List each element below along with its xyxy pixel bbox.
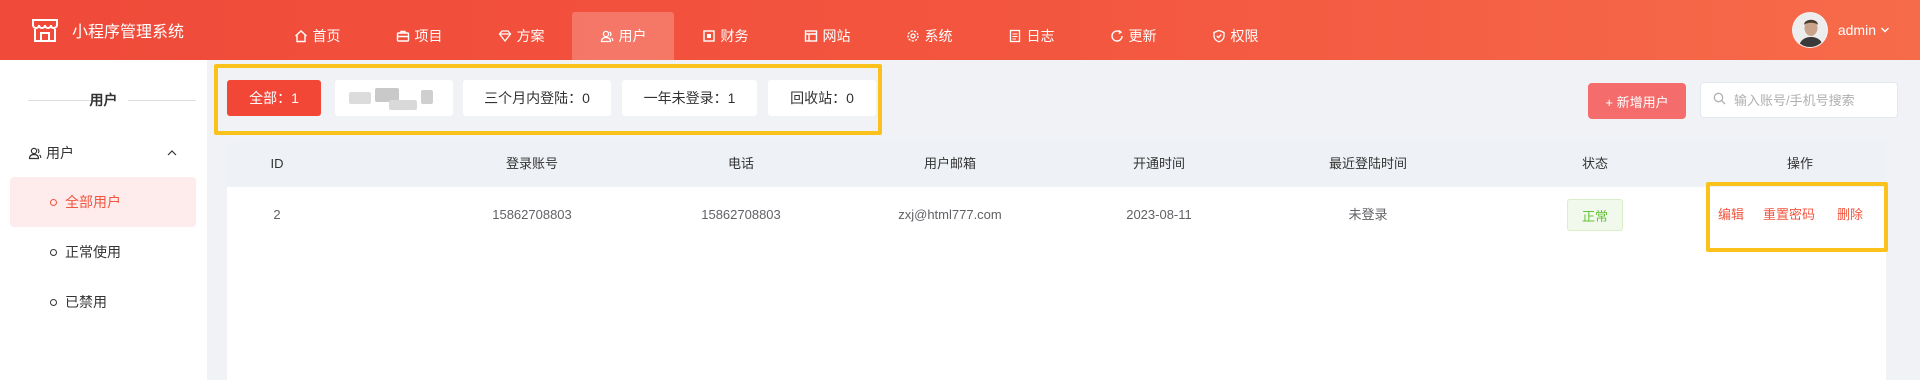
- nav-item-logs[interactable]: 日志: [980, 12, 1082, 60]
- user-menu[interactable]: admin: [1791, 0, 1890, 60]
- cell-last-login: 未登录: [1348, 207, 1388, 222]
- main-nav: 首页 项目 方案 用户 财务 网站 系统 日志 更新 权限: [266, 12, 1286, 60]
- finance-icon: [702, 29, 716, 43]
- briefcase-icon: [396, 29, 410, 43]
- redacted-block: [421, 90, 433, 104]
- nav-item-finance[interactable]: 财务: [674, 12, 776, 60]
- nav-item-projects[interactable]: 项目: [368, 12, 470, 60]
- sidebar-group-label: 用户: [46, 145, 74, 161]
- sidebar-heading: 用户: [0, 90, 207, 110]
- add-user-button[interactable]: + 新增用户: [1588, 83, 1686, 119]
- column-header-opened: 开通时间: [1132, 156, 1185, 171]
- column-header-id: ID: [270, 156, 284, 171]
- column-header-status: 状态: [1581, 156, 1608, 171]
- nav-item-system[interactable]: 系统: [878, 12, 980, 60]
- bullet-icon: [50, 248, 57, 256]
- sidebar-item-label: 正常使用: [65, 244, 121, 260]
- nav-label: 系统: [924, 28, 953, 44]
- gear-icon: [906, 29, 920, 43]
- nav-label: 方案: [516, 28, 545, 44]
- redacted-block: [349, 92, 371, 104]
- column-header-actions: 操作: [1786, 156, 1813, 171]
- home-icon: [294, 29, 308, 43]
- nav-label: 日志: [1026, 28, 1055, 44]
- nav-label: 更新: [1128, 28, 1157, 44]
- sidebar-item-label: 全部用户: [65, 194, 121, 210]
- nav-label: 用户: [618, 28, 647, 44]
- column-header-account: 登录账号: [505, 156, 558, 171]
- filter-tab-recycle-bin[interactable]: 回收站：0: [768, 80, 876, 116]
- chevron-up-icon: [166, 146, 178, 162]
- nav-item-home[interactable]: 首页: [266, 12, 368, 60]
- nav-label: 网站: [822, 28, 851, 44]
- nav-label: 财务: [720, 28, 749, 44]
- refresh-icon: [1110, 29, 1124, 43]
- search-input[interactable]: [1734, 92, 1894, 108]
- cell-opened: 2023-08-11: [1126, 207, 1192, 222]
- edit-link[interactable]: 编辑: [1718, 187, 1744, 243]
- reset-password-link[interactable]: 重置密码: [1763, 187, 1815, 243]
- search-box[interactable]: [1700, 82, 1898, 118]
- brand[interactable]: 小程序管理系统: [30, 0, 184, 60]
- log-icon: [1008, 29, 1022, 43]
- filter-tab-redacted[interactable]: [335, 80, 453, 116]
- bullet-icon: [50, 198, 57, 206]
- status-badge: 正常: [1567, 199, 1623, 231]
- sidebar-item-label: 已禁用: [65, 294, 107, 310]
- shield-check-icon: [1212, 29, 1226, 43]
- delete-link[interactable]: 删除: [1837, 187, 1863, 243]
- cell-phone: 15862708803: [701, 207, 781, 222]
- nav-label: 首页: [312, 28, 341, 44]
- filter-tab-one-year[interactable]: 一年未登录：1: [622, 80, 757, 116]
- store-logo-icon: [30, 15, 60, 45]
- users-icon: [28, 146, 42, 160]
- filter-tab-three-months[interactable]: 三个月内登陆：0: [463, 80, 611, 116]
- cell-id: 2: [273, 207, 281, 222]
- users-icon: [600, 29, 614, 43]
- nav-item-plans[interactable]: 方案: [470, 12, 572, 60]
- app-title: 小程序管理系统: [72, 24, 185, 41]
- cell-email: zxj@html777.com: [898, 207, 1002, 222]
- nav-item-updates[interactable]: 更新: [1082, 12, 1184, 60]
- sidebar-item-all-users[interactable]: 全部用户: [10, 177, 196, 227]
- users-table: ID 登录账号 电话 用户邮箱 开通时间 最近登陆时间 状态 操作 2 1586…: [227, 141, 1886, 380]
- nav-item-permissions[interactable]: 权限: [1184, 12, 1286, 60]
- admin-name: admin: [1837, 22, 1876, 38]
- website-icon: [804, 29, 818, 43]
- avatar[interactable]: [1791, 12, 1828, 48]
- sidebar-group-users[interactable]: 用户: [28, 143, 188, 163]
- nav-label: 项目: [414, 28, 443, 44]
- column-header-email: 用户邮箱: [923, 156, 976, 171]
- bullet-icon: [50, 298, 57, 306]
- table-header: ID 登录账号 电话 用户邮箱 开通时间 最近登陆时间 状态 操作: [227, 141, 1886, 187]
- chevron-down-icon: [1880, 22, 1890, 38]
- sidebar-item-active-users[interactable]: 正常使用: [10, 227, 196, 277]
- redacted-block: [389, 100, 417, 110]
- cell-account: 15862708803: [492, 207, 572, 222]
- column-header-phone: 电话: [727, 156, 754, 171]
- filter-tab-all[interactable]: 全部：1: [227, 80, 321, 116]
- nav-label: 权限: [1230, 28, 1259, 44]
- nav-item-website[interactable]: 网站: [776, 12, 878, 60]
- nav-item-users[interactable]: 用户: [572, 12, 674, 60]
- divider: [128, 100, 196, 101]
- top-navbar: 小程序管理系统 首页 项目 方案 用户 财务 网站 系统 日志 更新 权限 ad…: [0, 0, 1920, 60]
- search-icon: [1713, 92, 1726, 108]
- sidebar-item-disabled-users[interactable]: 已禁用: [10, 277, 196, 327]
- diamond-icon: [498, 29, 512, 43]
- column-header-last-login: 最近登陆时间: [1328, 156, 1407, 171]
- sidebar: 用户 用户 全部用户 正常使用 已禁用: [0, 60, 207, 380]
